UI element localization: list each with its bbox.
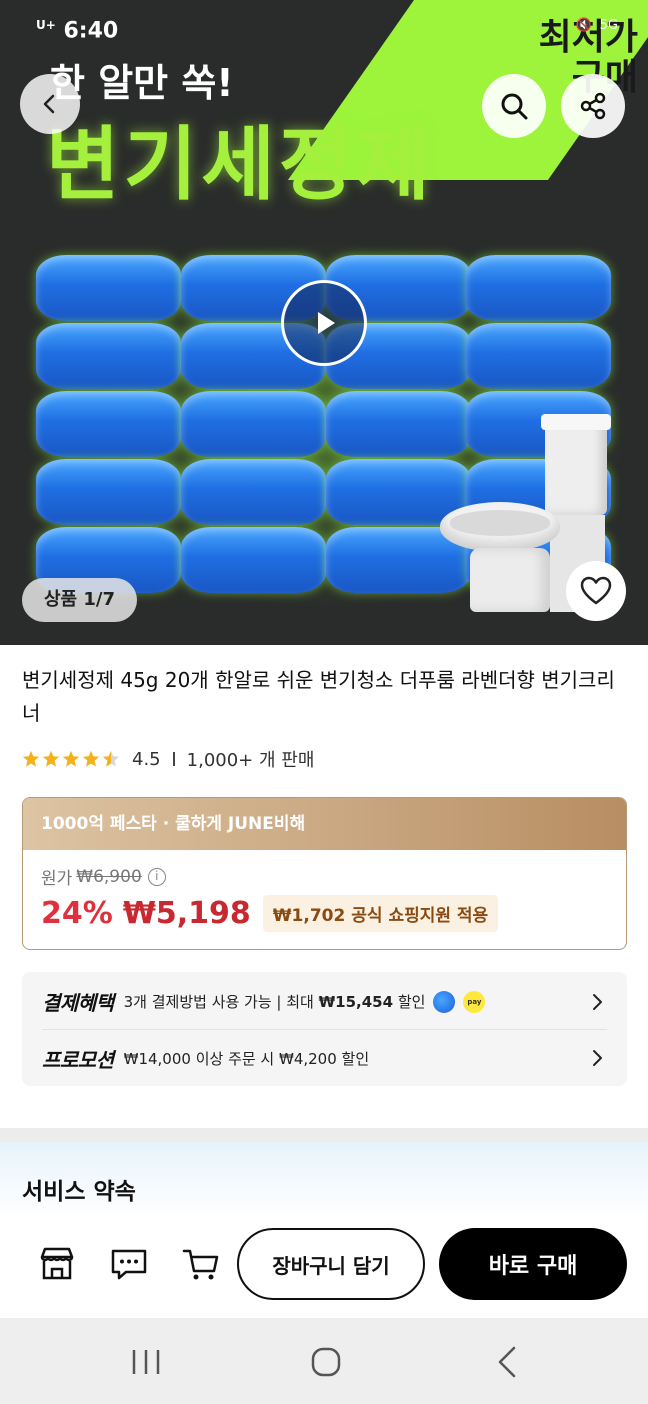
original-price-row: 원가 ₩6,900 i: [41, 864, 608, 889]
search-button[interactable]: [482, 74, 546, 138]
store-icon[interactable]: [36, 1243, 78, 1285]
promotion-row[interactable]: 프로모션 ₩14,000 이상 주문 시 ₩4,200 할인: [42, 1030, 607, 1086]
half-star-icon: [102, 750, 120, 767]
service-title: 서비스 약속: [22, 1179, 136, 1205]
chevron-right-icon: [593, 994, 602, 1010]
recent-apps-icon[interactable]: [126, 1342, 166, 1382]
promo-banner[interactable]: 1000억 페스타 · 쿨하게 JUNE비해: [23, 798, 626, 850]
rating-row[interactable]: 4.5 1,000+ 개 판매: [22, 746, 314, 772]
system-navigation-bar: [0, 1318, 648, 1404]
share-button[interactable]: [561, 74, 625, 138]
kakao-pay-icon: pay: [463, 990, 486, 1013]
sale-price-row: 24% ₩5,198 ₩1,702 공식 쇼핑지원 적용: [41, 895, 608, 932]
bottom-action-bar: 장바구니 담기 바로 구매: [0, 1213, 648, 1318]
star-icon: [22, 750, 40, 767]
network-label: 5G: [599, 18, 618, 33]
rating-divider: [172, 752, 175, 766]
back-arrow-icon: [43, 94, 55, 114]
rating-value: 4.5: [132, 748, 161, 770]
payment-benefit-row[interactable]: 결제혜택 3개 결제방법 사용 가능 | 최대 ₩15,454 할인 pay: [42, 974, 607, 1030]
back-nav-icon[interactable]: [488, 1342, 528, 1382]
cart-icon[interactable]: [180, 1243, 222, 1285]
discount-rate: 24%: [41, 896, 113, 931]
heart-icon: [580, 576, 612, 605]
back-button[interactable]: [20, 74, 80, 134]
support-tag: ₩1,702 공식 쇼핑지원 적용: [262, 895, 499, 932]
chevron-right-icon: [593, 1050, 602, 1066]
benefits-box: 결제혜택 3개 결제방법 사용 가능 | 최대 ₩15,454 할인 pay 프…: [22, 972, 627, 1086]
payment-benefit-text: 3개 결제방법 사용 가능 | 최대 ₩15,454 할인: [123, 993, 426, 1011]
wishlist-button[interactable]: [566, 561, 626, 621]
service-section: 서비스 약속: [0, 1142, 648, 1217]
product-title: 변기세정제 45g 20개 한알로 쉬운 변기청소 더푸룸 라벤더향 변기크리너: [22, 668, 615, 725]
rating-stars: [22, 750, 120, 768]
sale-price: ₩5,198: [122, 896, 251, 931]
product-image-carousel[interactable]: U+ 6:40 최저가 구매 🔇5G 한 알만 쏙! 변기세정제: [0, 0, 648, 645]
status-bar-time: U+ 6:40: [36, 18, 119, 44]
search-icon: [501, 93, 528, 120]
star-icon: [62, 750, 80, 767]
add-to-cart-button[interactable]: 장바구니 담기: [237, 1228, 425, 1300]
status-bar-icons: 🔇 5G: [575, 18, 618, 33]
section-divider: [0, 1128, 648, 1142]
original-price-label: 원가: [41, 869, 73, 889]
share-icon: [580, 92, 606, 120]
chat-icon[interactable]: [108, 1243, 150, 1285]
promotion-label: 프로모션: [42, 1047, 114, 1072]
promotion-text: ₩14,000 이상 주문 시 ₩4,200 할인: [123, 1049, 370, 1068]
toss-pay-icon: [433, 990, 456, 1013]
sales-count: 1,000+ 개 판매: [186, 750, 315, 771]
buy-now-button[interactable]: 바로 구매: [439, 1228, 627, 1300]
original-price: ₩6,900: [76, 866, 142, 887]
info-icon[interactable]: i: [147, 867, 166, 886]
play-icon: [318, 312, 335, 334]
price-box: 1000억 페스타 · 쿨하게 JUNE비해 원가 ₩6,900 i 24% ₩…: [22, 797, 627, 950]
mute-icon: 🔇: [575, 18, 592, 33]
star-icon: [42, 750, 60, 767]
home-icon[interactable]: [306, 1342, 346, 1382]
payment-benefit-label: 결제혜택: [42, 991, 114, 1015]
star-icon: [82, 750, 100, 767]
play-video-button[interactable]: [281, 280, 367, 366]
hero-title: 변기세정제: [46, 118, 434, 211]
image-counter: 상품 1/7: [22, 578, 138, 622]
